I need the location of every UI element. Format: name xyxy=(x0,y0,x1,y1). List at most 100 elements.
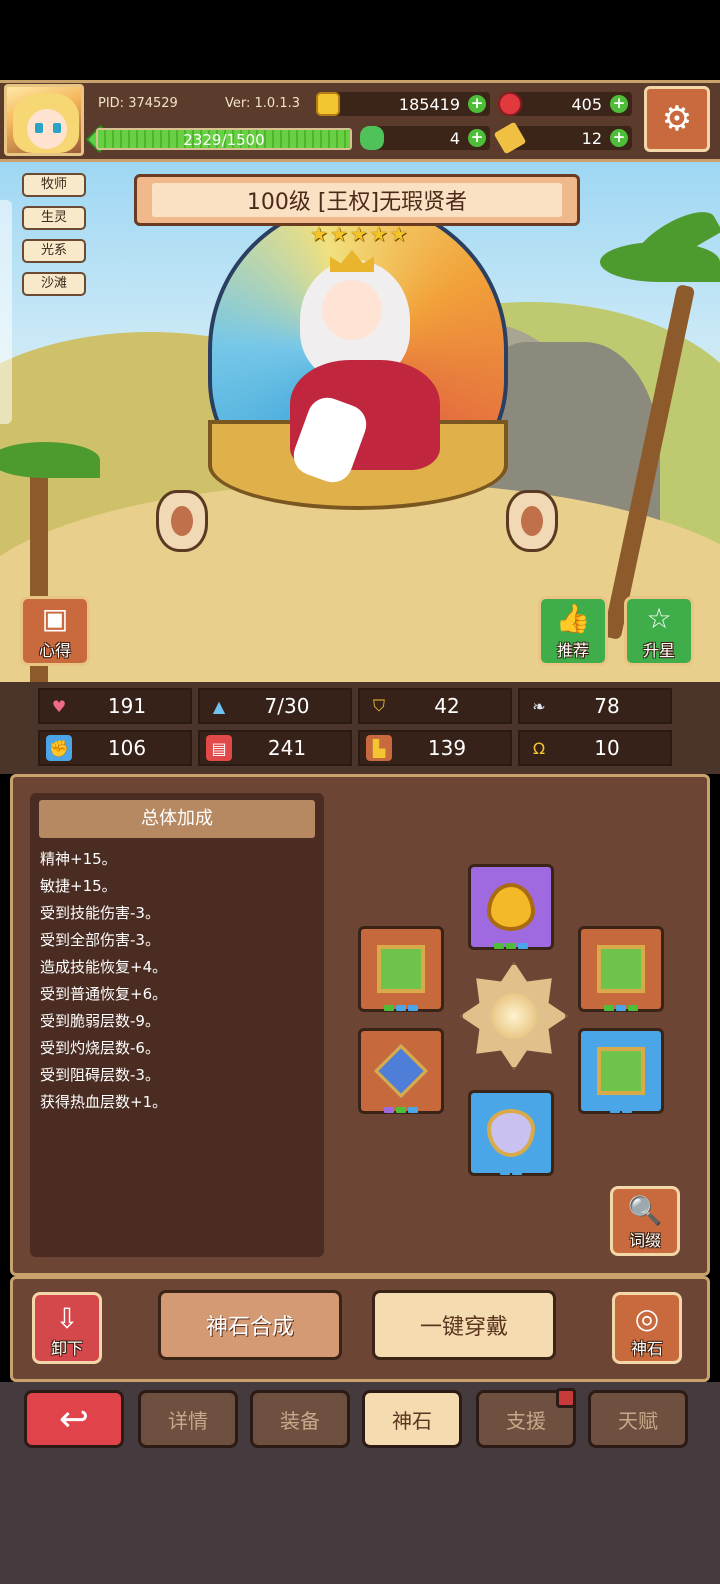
prev-hero-button[interactable] xyxy=(156,490,208,552)
tab-equipment[interactable]: 装备 xyxy=(250,1390,350,1448)
heart-gem-icon xyxy=(487,883,535,931)
exp-text: 2329/1500 xyxy=(183,131,265,149)
tab-godstone[interactable]: 神石 xyxy=(362,1390,462,1448)
gold-coin-icon xyxy=(316,92,340,116)
bean-icon xyxy=(521,506,543,536)
boot-icon: ▙ xyxy=(366,735,392,761)
stat-speed: ▙ 139 xyxy=(358,730,512,766)
synthesize-button[interactable]: 神石合成 xyxy=(158,1290,342,1360)
hero-title-plate: 100级 [王权]无瑕贤者 xyxy=(134,174,580,226)
hero-portrait[interactable] xyxy=(288,250,440,488)
bean-icon xyxy=(171,506,193,536)
star-icon: ★ xyxy=(310,222,328,246)
heart-icon: ♥ xyxy=(51,696,67,716)
godstone-slot-lower-right[interactable] xyxy=(578,1028,664,1114)
stat-agility: ❧ 78 xyxy=(518,688,672,724)
game-version: Ver: 1.0.1.3 xyxy=(225,96,300,111)
unequip-button[interactable]: ⇩ 卸下 xyxy=(32,1292,102,1364)
bonus-line: 精神+15。 xyxy=(40,850,117,868)
ruby-counter: 405 + xyxy=(498,92,632,116)
hero-star-rating: ★ ★ ★ ★ ★ xyxy=(310,222,408,246)
tag-class[interactable]: 牧师 xyxy=(22,173,86,197)
star-icon: ★ xyxy=(389,222,408,246)
stat-defense: ⛉ 42 xyxy=(358,688,512,724)
gold-amount: 185419 xyxy=(398,94,460,114)
bonus-line: 受到全部伤害-3。 xyxy=(40,931,160,949)
one-click-equip-button[interactable]: 一键穿戴 xyxy=(372,1290,556,1360)
affix-button[interactable]: 🔍 词缀 xyxy=(610,1186,680,1256)
insight-button[interactable]: ▣ 心得 xyxy=(20,596,90,666)
back-button[interactable]: ↩ xyxy=(24,1390,124,1448)
tag-element[interactable]: 光系 xyxy=(22,239,86,263)
ruby-icon xyxy=(498,92,522,116)
stats-panel: ♥ 191 ▲ 7/30 ⛉ 42 ❧ 78 ✊ 106 ▤ 241 ▙ 139… xyxy=(0,682,720,774)
bonus-line: 造成技能恢复+4。 xyxy=(40,958,168,976)
tag-race[interactable]: 生灵 xyxy=(22,206,86,230)
player-avatar[interactable] xyxy=(4,84,84,156)
player-id: PID: 374529 xyxy=(98,96,178,111)
star-outline-icon: ☆ xyxy=(646,602,672,635)
book-icon: ▤ xyxy=(206,735,232,761)
fist-icon: ✊ xyxy=(46,735,72,761)
gold-counter: 185419 + xyxy=(316,92,490,116)
clover-icon xyxy=(360,126,384,150)
godstone-slot-upper-right[interactable] xyxy=(578,926,664,1012)
settings-button[interactable]: ⚙ xyxy=(644,86,710,152)
total-bonus-list: 精神+15。 敏捷+15。 受到技能伤害-3。 受到全部伤害-3。 造成技能恢复… xyxy=(40,848,320,1118)
water-drop-icon: ▲ xyxy=(212,696,226,716)
bonus-line: 受到技能伤害-3。 xyxy=(40,904,160,922)
star-icon: ★ xyxy=(369,222,388,246)
add-ruby-button[interactable]: + xyxy=(610,95,628,113)
star-icon: ★ xyxy=(329,222,348,246)
side-drawer-handle[interactable] xyxy=(0,200,12,424)
clover-amount: 4 xyxy=(449,128,460,148)
star-up-button[interactable]: ☆ 升星 xyxy=(624,596,694,666)
stat-strength: ✊ 106 xyxy=(38,730,192,766)
emerald-gem-icon xyxy=(597,1047,645,1095)
wing-icon: ❧ xyxy=(532,696,546,716)
total-bonus-title: 总体加成 xyxy=(39,800,315,838)
key-counter: 12 + xyxy=(493,121,632,155)
stone-icon: ◎ xyxy=(634,1302,660,1335)
add-key-button[interactable]: + xyxy=(610,129,628,147)
bonus-line: 受到阻碍层数-3。 xyxy=(40,1066,160,1084)
bonus-line: 受到灼烧层数-6。 xyxy=(40,1039,160,1057)
godstone-list-button[interactable]: ◎ 神石 xyxy=(612,1292,682,1364)
next-hero-button[interactable] xyxy=(506,490,558,552)
godstone-slot-top[interactable] xyxy=(468,864,554,950)
godstone-slot-bottom[interactable] xyxy=(468,1090,554,1176)
bonus-line: 敏捷+15。 xyxy=(40,877,117,895)
recommend-button[interactable]: 👍 推荐 xyxy=(538,596,608,666)
stat-intellect: ▤ 241 xyxy=(198,730,352,766)
thumbs-up-icon: 👍 xyxy=(555,602,591,635)
bonus-line: 受到普通恢复+6。 xyxy=(40,985,168,1003)
godstone-slot-upper-left[interactable] xyxy=(358,926,444,1012)
tab-details[interactable]: 详情 xyxy=(138,1390,238,1448)
tab-talent[interactable]: 天赋 xyxy=(588,1390,688,1448)
sapphire-gem-icon xyxy=(373,1043,429,1099)
clover-counter: 4 + xyxy=(360,126,490,150)
emerald-gem-icon xyxy=(377,945,425,993)
arrow-down-icon: ⇩ xyxy=(55,1302,79,1335)
action-row xyxy=(10,1276,710,1382)
pearl-gem-icon xyxy=(487,1109,535,1157)
horseshoe-icon: Ω xyxy=(532,738,546,758)
shield-icon: ⛉ xyxy=(372,696,385,715)
stat-luck: Ω 10 xyxy=(518,730,672,766)
bonus-line: 获得热血层数+1。 xyxy=(40,1093,168,1111)
robot-icon: ▣ xyxy=(41,602,69,635)
gear-icon: ⚙ xyxy=(661,99,693,139)
emerald-gem-icon xyxy=(597,945,645,993)
notification-badge xyxy=(556,1388,576,1408)
star-icon: ★ xyxy=(349,222,368,246)
add-gold-button[interactable]: + xyxy=(468,95,486,113)
stat-health: ♥ 191 xyxy=(38,688,192,724)
return-arrow-icon: ↩ xyxy=(58,1398,90,1440)
godstone-slot-lower-left[interactable] xyxy=(358,1028,444,1114)
stat-energy: ▲ 7/30 xyxy=(198,688,352,724)
add-clover-button[interactable]: + xyxy=(468,129,486,147)
hero-tags: 牧师 生灵 光系 沙滩 xyxy=(22,173,86,305)
tag-terrain[interactable]: 沙滩 xyxy=(22,272,86,296)
ruby-amount: 405 xyxy=(571,94,602,114)
hero-title: 100级 [王权]无瑕贤者 xyxy=(152,183,562,217)
